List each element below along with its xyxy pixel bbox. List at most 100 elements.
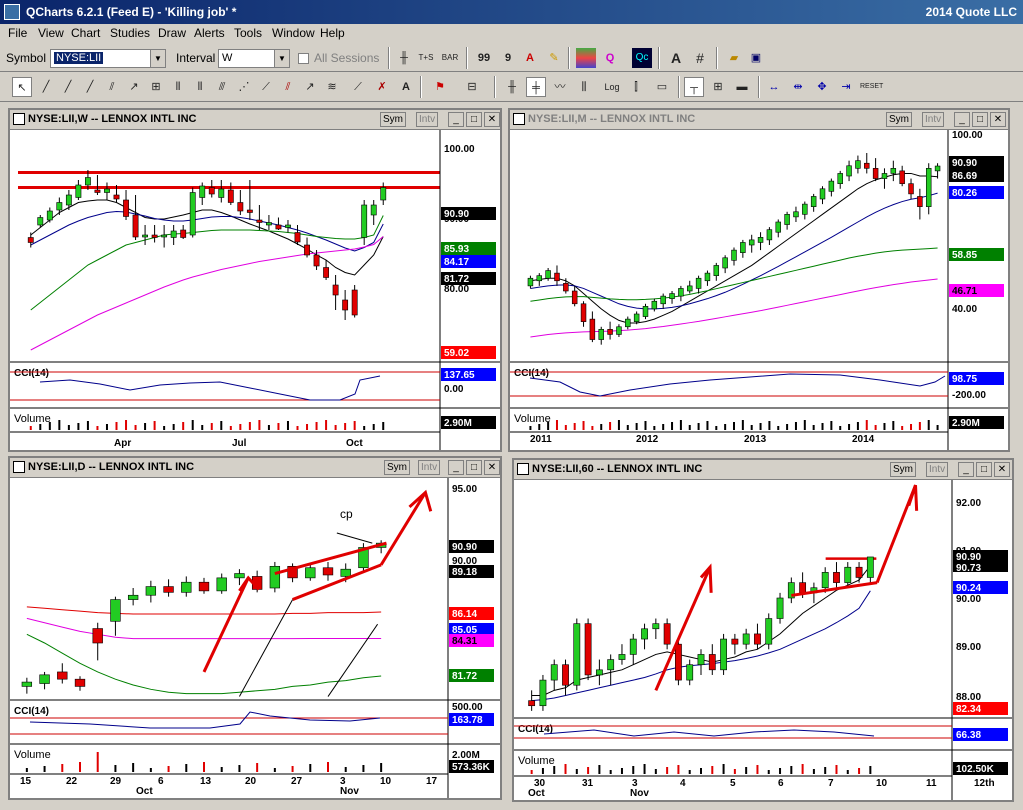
pointer-icon[interactable]: ↖ (12, 77, 32, 97)
maximize-icon[interactable]: □ (976, 462, 992, 477)
time-lines-icon[interactable]: ⦀ (190, 77, 210, 97)
sym-button[interactable]: Sym (380, 112, 406, 127)
bars-icon[interactable]: ╫ (502, 77, 522, 97)
save-icon[interactable]: ▣ (746, 48, 766, 68)
minimize-icon[interactable]: _ (448, 112, 464, 127)
volume-bar (790, 766, 793, 774)
alert-bell-icon[interactable]: ⚑ (430, 77, 450, 97)
chart-pane-monthly[interactable]: NYSE:LII,M -- LENNOX INTL INC Sym Intv _… (508, 108, 1010, 452)
cycle-icon[interactable]: ⦀ (168, 77, 188, 97)
font-icon[interactable]: A (666, 48, 686, 68)
ray-icon[interactable]: ╱ (58, 77, 78, 97)
ellipse-icon[interactable]: ⟋ (348, 77, 368, 97)
move-icon[interactable]: ✥ (812, 77, 832, 97)
chart-pane-daily[interactable]: NYSE:LII,D -- LENNOX INTL INC Sym Intv _… (8, 456, 502, 800)
minimize-icon[interactable]: _ (954, 112, 970, 127)
scroll-right-icon[interactable]: ⇥ (836, 77, 856, 97)
line-chart-icon[interactable]: 〰 (550, 77, 570, 97)
all-sessions-checkbox[interactable] (298, 53, 309, 64)
symbol-combo[interactable]: NYSE:LII ▼ (50, 49, 166, 68)
close-icon[interactable]: ✕ (994, 462, 1010, 477)
heatmap-icon[interactable] (576, 48, 596, 68)
candle-body (536, 275, 543, 282)
text-icon[interactable]: A (396, 77, 416, 97)
chevron-down-icon[interactable]: ▼ (274, 50, 289, 67)
candles-icon[interactable]: ╪ (526, 77, 546, 97)
candle-body (305, 567, 316, 579)
interval-combo[interactable]: W ▼ (218, 49, 290, 68)
sym-button[interactable]: Sym (384, 460, 410, 475)
sym-button[interactable]: Sym (890, 462, 916, 477)
candle-body (881, 173, 888, 179)
candle-body (695, 277, 702, 289)
volume-icon[interactable]: ⫿ (626, 77, 646, 97)
toolbar-separator (466, 47, 468, 69)
channel-icon[interactable]: ≋ (322, 77, 342, 97)
intv-button[interactable]: Intv (922, 112, 945, 127)
minimize-icon[interactable]: _ (448, 460, 464, 475)
menu-alerts[interactable]: Alerts (194, 26, 225, 40)
volume-bar (812, 425, 815, 430)
parallel-icon[interactable]: ⫽ (102, 77, 122, 97)
log-scale-icon[interactable]: Log (602, 77, 622, 97)
bar-icon[interactable]: BAR (440, 48, 460, 68)
regression-icon[interactable]: ↗ (300, 77, 320, 97)
chart-pane-60min[interactable]: NYSE:LII,60 -- LENNOX INTL INC Sym Intv … (512, 458, 1014, 802)
speed-lines-icon[interactable]: ⫻ (212, 77, 232, 97)
maximize-icon[interactable]: □ (972, 112, 988, 127)
quotes-icon[interactable]: 99 (474, 48, 494, 68)
zoom-out-icon[interactable]: ⇹ (788, 77, 808, 97)
x-axis-label: 31 (582, 778, 594, 789)
extended-line-icon[interactable]: ╱ (80, 77, 100, 97)
menu-help[interactable]: Help (320, 26, 345, 40)
maximize-icon[interactable]: □ (466, 460, 482, 475)
trendline-icon[interactable]: ╱ (36, 77, 56, 97)
radar-icon[interactable]: Q (600, 48, 620, 68)
quote-single-icon[interactable]: 9 (498, 48, 518, 68)
data-window-icon[interactable]: ⊞ (708, 77, 728, 97)
compress-icon[interactable]: ▭ (652, 77, 672, 97)
open-folder-icon[interactable]: ▰ (724, 48, 744, 68)
intv-button[interactable]: Intv (418, 460, 441, 475)
andrews-icon[interactable]: ⫽ (278, 77, 298, 97)
zoom-in-icon[interactable]: ↔ (764, 77, 784, 97)
fib-icon[interactable]: ⊞ (146, 77, 166, 97)
minimize-icon[interactable]: _ (958, 462, 974, 477)
sym-button[interactable]: Sym (886, 112, 912, 127)
close-icon[interactable]: ✕ (484, 460, 500, 475)
menu-window[interactable]: Window (272, 26, 315, 40)
pane-header: NYSE:LII,M -- LENNOX INTL INC Sym Intv _… (510, 110, 1008, 130)
chevron-down-icon[interactable]: ▼ (150, 50, 165, 67)
menu-studies[interactable]: Studies (110, 26, 150, 40)
fan-icon[interactable]: ⟋ (256, 77, 276, 97)
grid-icon[interactable]: # (690, 48, 710, 68)
close-icon[interactable]: ✕ (990, 112, 1006, 127)
intv-button[interactable]: Intv (926, 462, 949, 477)
legend-icon[interactable]: ▬ (732, 77, 752, 97)
crosshair-icon[interactable]: ┬ (684, 77, 704, 97)
histogram-icon[interactable]: ⫼ (574, 77, 594, 97)
intv-button[interactable]: Intv (416, 112, 439, 127)
pencil-icon[interactable]: ✎ (544, 48, 564, 68)
menu-tools[interactable]: Tools (234, 26, 262, 40)
maximize-icon[interactable]: □ (466, 112, 482, 127)
bar-chart-icon[interactable]: ╫ (394, 48, 414, 68)
alert-icon[interactable]: A (520, 48, 540, 68)
menu-file[interactable]: File (8, 26, 27, 40)
reset-button[interactable]: RESET (860, 77, 883, 97)
volume-label: Volume (14, 749, 51, 761)
annotation-leader (336, 532, 373, 544)
time-sales-icon[interactable]: T+S (416, 48, 436, 68)
menu-draw[interactable]: Draw (158, 26, 186, 40)
chart-pane-weekly[interactable]: NYSE:LII,W -- LENNOX INTL INC Sym Intv _… (8, 108, 502, 452)
menu-view[interactable]: View (38, 26, 64, 40)
cci-line (543, 729, 875, 737)
cci-tag: 98.75 (949, 372, 1004, 385)
cross-icon[interactable]: ✗ (372, 77, 392, 97)
arrow-icon[interactable]: ↗ (124, 77, 144, 97)
menu-chart[interactable]: Chart (71, 26, 100, 40)
qcharts-icon[interactable]: Qc (632, 48, 652, 68)
close-icon[interactable]: ✕ (484, 112, 500, 127)
gann-icon[interactable]: ⋰ (234, 77, 254, 97)
properties-icon[interactable]: ⊟ (462, 77, 482, 97)
